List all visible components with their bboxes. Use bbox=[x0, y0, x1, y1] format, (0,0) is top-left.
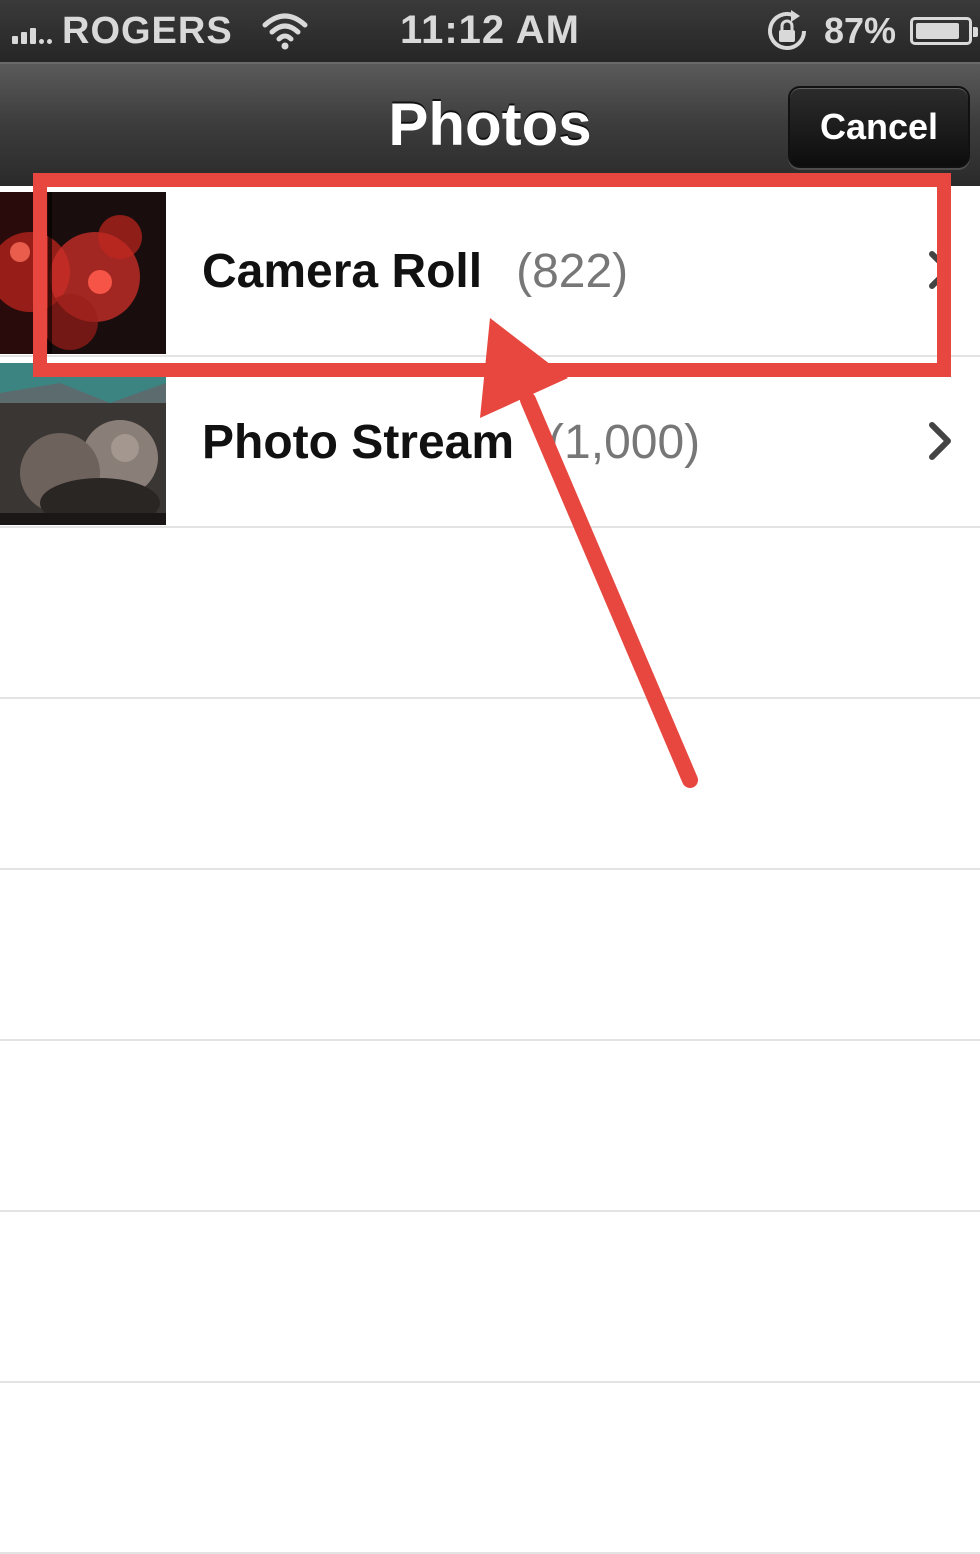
empty-row bbox=[0, 870, 980, 1041]
album-row-camera-roll[interactable]: Camera Roll (822) bbox=[0, 186, 980, 357]
status-right: 87% bbox=[764, 10, 978, 52]
rotation-lock-icon bbox=[767, 10, 806, 50]
album-list: Camera Roll (822) Photo Stream (1,000) bbox=[0, 186, 980, 1554]
camera-roll-thumbnail bbox=[0, 192, 166, 354]
chevron-right-icon bbox=[929, 251, 951, 289]
status-bar: ROGERS 11:12 AM 87% bbox=[0, 0, 980, 62]
album-count: (822) bbox=[516, 245, 629, 298]
cancel-button[interactable]: Cancel bbox=[788, 86, 970, 168]
empty-row bbox=[0, 528, 980, 699]
empty-row bbox=[0, 699, 980, 870]
empty-row bbox=[0, 1383, 980, 1554]
battery-percent: 87% bbox=[823, 10, 896, 51]
album-name: Photo Stream bbox=[202, 416, 515, 469]
battery-icon bbox=[910, 17, 978, 45]
album-row-photo-stream[interactable]: Photo Stream (1,000) bbox=[0, 357, 980, 528]
chevron-right-icon bbox=[929, 422, 951, 460]
album-row-label: Camera Roll (822) bbox=[202, 186, 628, 357]
empty-row bbox=[0, 1041, 980, 1212]
album-name: Camera Roll bbox=[202, 245, 483, 298]
album-count: (1,000) bbox=[548, 416, 701, 469]
navigation-bar: Photos Cancel bbox=[0, 62, 980, 186]
photo-stream-thumbnail bbox=[0, 363, 166, 525]
empty-row bbox=[0, 1212, 980, 1383]
album-row-label: Photo Stream (1,000) bbox=[202, 357, 700, 528]
